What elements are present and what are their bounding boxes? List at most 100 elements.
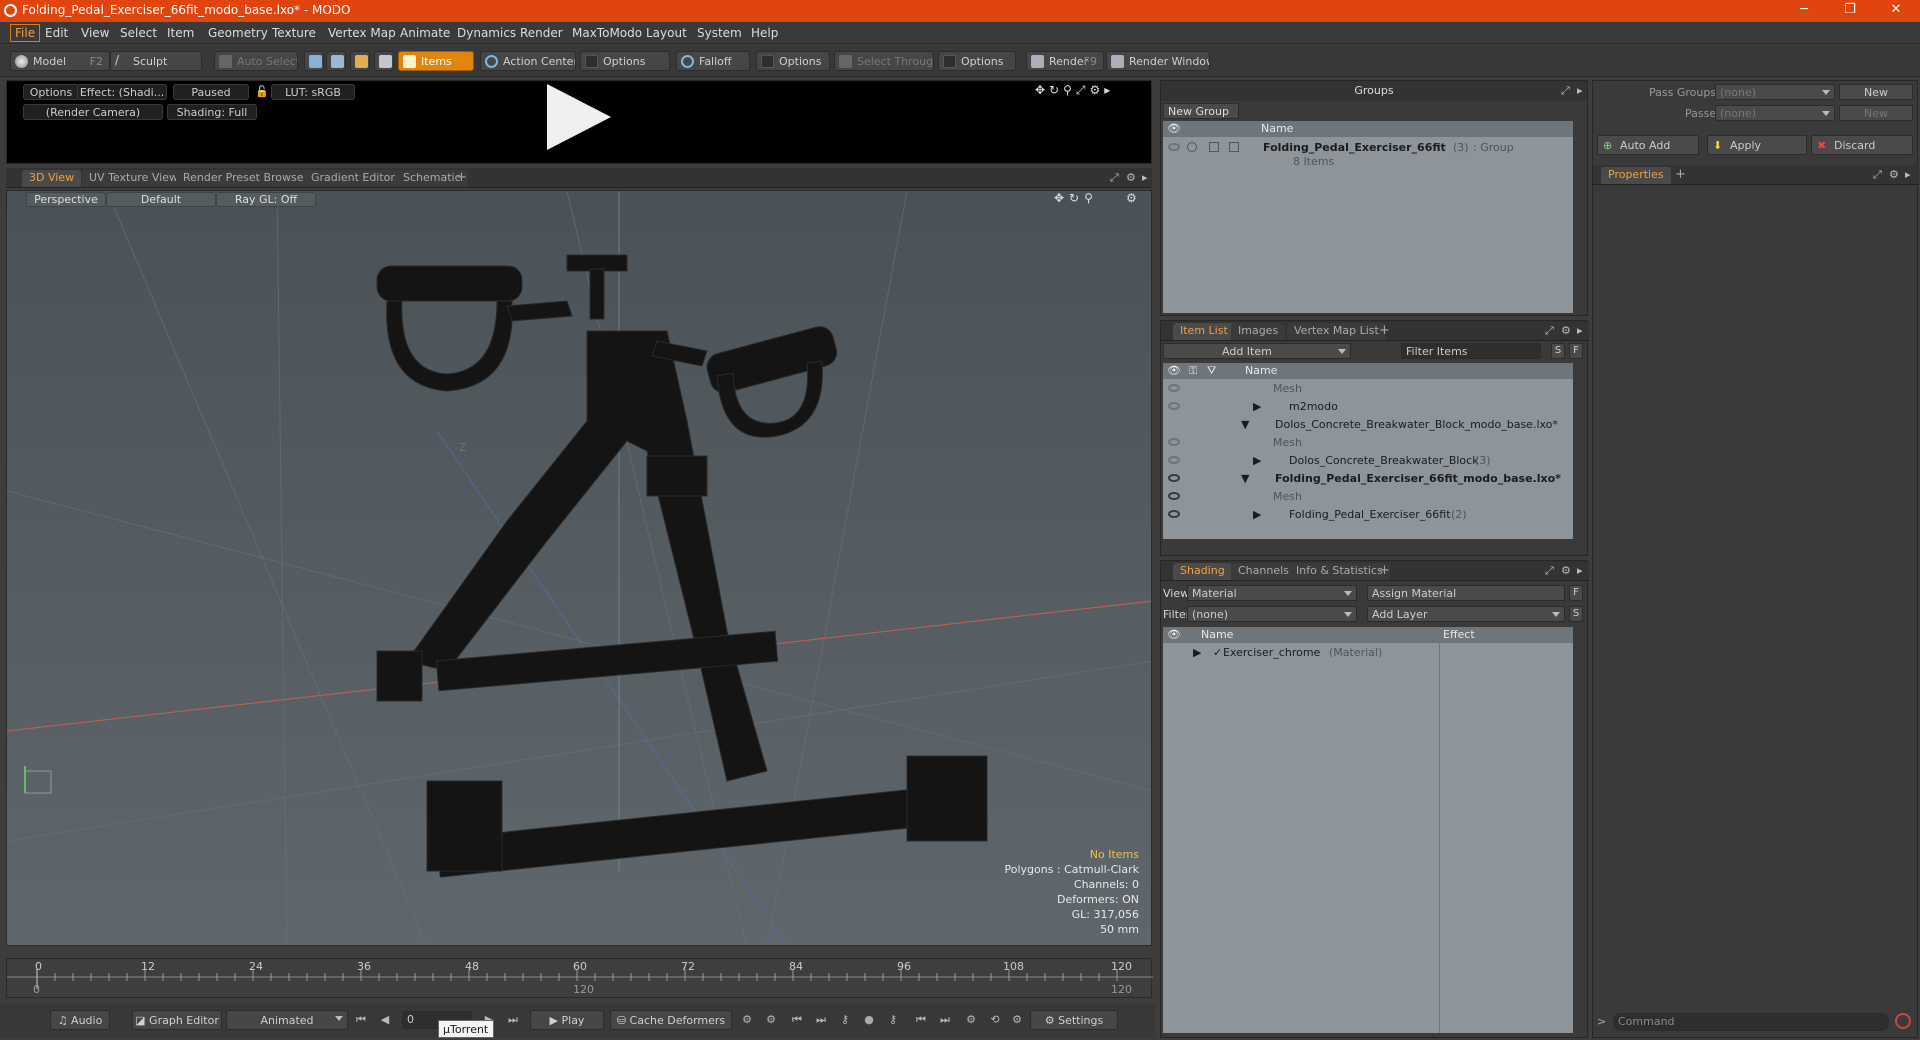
add-layer-dropdown[interactable]: Add Layer: [1367, 606, 1565, 622]
tab-channels[interactable]: Channels: [1231, 563, 1296, 580]
shading-s-button[interactable]: S: [1569, 606, 1583, 622]
select-through-button[interactable]: Select Through: [834, 51, 934, 71]
viewport-gear-icon[interactable]: ⚙: [1126, 191, 1137, 205]
preview-options-button[interactable]: Options: [23, 84, 79, 100]
sync-icon[interactable]: ⚙: [1010, 1013, 1024, 1027]
render-window-button[interactable]: Render Window: [1106, 51, 1210, 71]
new-pass-button[interactable]: New: [1839, 105, 1913, 121]
restore-button[interactable]: ❐: [1830, 2, 1870, 20]
filter-dropdown[interactable]: (none): [1187, 606, 1357, 622]
chevron-right-icon[interactable]: ▸: [1577, 84, 1583, 97]
menu-texture[interactable]: Texture: [268, 25, 320, 41]
eye-icon[interactable]: [1168, 143, 1180, 151]
shader-row[interactable]: ▶ ✓ Exerciser_chrome (Material): [1163, 644, 1573, 662]
vertices-mode-button[interactable]: [304, 51, 324, 71]
menu-view[interactable]: View: [77, 25, 113, 41]
command-input[interactable]: Command: [1613, 1013, 1889, 1031]
menu-animate[interactable]: Animate: [396, 25, 454, 41]
maximize-icon[interactable]: ⤢: [1873, 168, 1882, 182]
play-icon[interactable]: [547, 84, 611, 150]
chevron-right-icon[interactable]: ▶: [1253, 508, 1261, 521]
go-to-end-icon[interactable]: ⏭: [506, 1013, 520, 1027]
menu-file[interactable]: File: [10, 24, 41, 42]
lock-icon[interactable]: 🔓: [255, 85, 269, 98]
items-mode-button[interactable]: Items: [398, 51, 474, 71]
chevron-right-icon[interactable]: ▶: [1193, 646, 1201, 659]
list-item[interactable]: Mesh: [1163, 380, 1573, 398]
key-options-icon[interactable]: ⚙: [764, 1013, 778, 1027]
range-mid[interactable]: 120: [573, 983, 594, 996]
cache-deformers-button[interactable]: ⛁ Cache Deformers: [610, 1010, 732, 1030]
menu-geometry[interactable]: Geometry: [204, 25, 272, 41]
passes-dropdown[interactable]: (none): [1715, 105, 1835, 121]
action-center-options-button[interactable]: Options: [580, 51, 670, 71]
edges-mode-button[interactable]: [326, 51, 346, 71]
chevron-right-icon[interactable]: ▸: [1577, 564, 1583, 577]
tab-3d-view[interactable]: 3D View: [22, 170, 82, 187]
apply-button[interactable]: ⬇ Apply: [1707, 135, 1807, 155]
lock-icon[interactable]: [1187, 142, 1197, 152]
tab-gradient-editor[interactable]: Gradient Editor: [304, 170, 402, 187]
menu-item[interactable]: Item: [163, 25, 198, 41]
preview-effect-dropdown[interactable]: Effect: (Shadi...: [77, 84, 167, 100]
list-item[interactable]: Mesh: [1163, 488, 1573, 506]
preview-lut-dropdown[interactable]: LUT: sRGB: [271, 84, 355, 100]
view-style-dropdown[interactable]: Default: [106, 192, 216, 207]
loop-icon[interactable]: ⟲: [988, 1013, 1002, 1027]
chevron-right-icon[interactable]: ▶: [1253, 454, 1261, 467]
shading-f-button[interactable]: F: [1569, 585, 1583, 601]
eye-icon[interactable]: [1168, 492, 1180, 500]
range-start[interactable]: 0: [33, 983, 40, 996]
maximize-icon[interactable]: ⤢: [1561, 84, 1570, 98]
filter-options-button[interactable]: F: [1569, 343, 1583, 359]
tab-properties[interactable]: Properties: [1601, 167, 1671, 184]
range-end[interactable]: 120: [1111, 983, 1132, 996]
add-tab-icon[interactable]: +: [456, 170, 467, 185]
chevron-right-icon[interactable]: ▶: [1253, 400, 1261, 413]
command-history-icon[interactable]: [1895, 1013, 1911, 1029]
menu-maxtomodo[interactable]: MaxToModo: [568, 25, 646, 41]
add-tab-icon[interactable]: +: [1379, 323, 1390, 338]
tab-uv-texture-view[interactable]: UV Texture View: [82, 170, 185, 187]
action-center-button[interactable]: Action Center: [480, 51, 576, 71]
eye-icon[interactable]: [1168, 438, 1180, 446]
preview-paused-button[interactable]: Paused: [173, 84, 249, 100]
list-item[interactable]: ▶ Dolos_Concrete_Breakwater_Block (3): [1163, 452, 1573, 470]
prev-marker-icon[interactable]: ⏮: [914, 1013, 928, 1027]
raygl-dropdown[interactable]: Ray GL: Off: [216, 192, 316, 207]
add-item-dropdown[interactable]: Add Item: [1163, 343, 1351, 359]
auto-key-icon[interactable]: ⚷: [838, 1013, 852, 1027]
search-options-button[interactable]: S: [1551, 343, 1565, 359]
key-filter-icon[interactable]: ⚷: [886, 1013, 900, 1027]
maximize-icon[interactable]: ⤢: [1545, 324, 1554, 338]
list-item[interactable]: Mesh: [1163, 434, 1573, 452]
maximize-icon[interactable]: ⤢: [1110, 171, 1119, 185]
chevron-right-icon[interactable]: ▸: [1577, 324, 1583, 337]
menu-help[interactable]: Help: [747, 25, 782, 41]
settings-button[interactable]: ⚙ Settings: [1030, 1010, 1118, 1030]
tab-images[interactable]: Images: [1231, 323, 1286, 340]
preview-shading-dropdown[interactable]: Shading: Full: [167, 104, 257, 120]
chevron-right-icon[interactable]: ▸: [1142, 171, 1148, 184]
3d-viewport[interactable]: -Z No Items Polygons : Catmull-Clark Cha…: [6, 190, 1152, 946]
key-icon[interactable]: ⚙: [740, 1013, 754, 1027]
tab-info-statistics[interactable]: Info & Statistics: [1289, 563, 1390, 580]
tab-shading[interactable]: Shading: [1173, 563, 1232, 580]
discard-button[interactable]: ✖ Discard: [1811, 135, 1913, 155]
minimize-button[interactable]: ─: [1784, 2, 1824, 20]
pedal-exerciser-model[interactable]: [376, 254, 988, 878]
polygons-mode-button[interactable]: [350, 51, 370, 71]
tab-vertex-map-list[interactable]: Vertex Map List: [1287, 323, 1386, 340]
gear-icon[interactable]: ⚙: [1561, 324, 1571, 337]
list-item[interactable]: ▶ m2modo: [1163, 398, 1573, 416]
eye-icon[interactable]: [1168, 384, 1180, 392]
model-mode-button[interactable]: Model F2: [10, 51, 110, 71]
graph-editor-button[interactable]: ◪ Graph Editor: [132, 1010, 222, 1030]
preview-camera-dropdown[interactable]: (Render Camera): [23, 104, 163, 120]
gear-icon[interactable]: ⚙: [1561, 564, 1571, 577]
chevron-right-icon[interactable]: ▸: [1905, 168, 1911, 181]
materials-mode-button[interactable]: [374, 51, 394, 71]
eye-icon[interactable]: [1168, 402, 1180, 410]
menu-layout[interactable]: Layout: [642, 25, 691, 41]
falloff-button[interactable]: Falloff: [676, 51, 750, 71]
